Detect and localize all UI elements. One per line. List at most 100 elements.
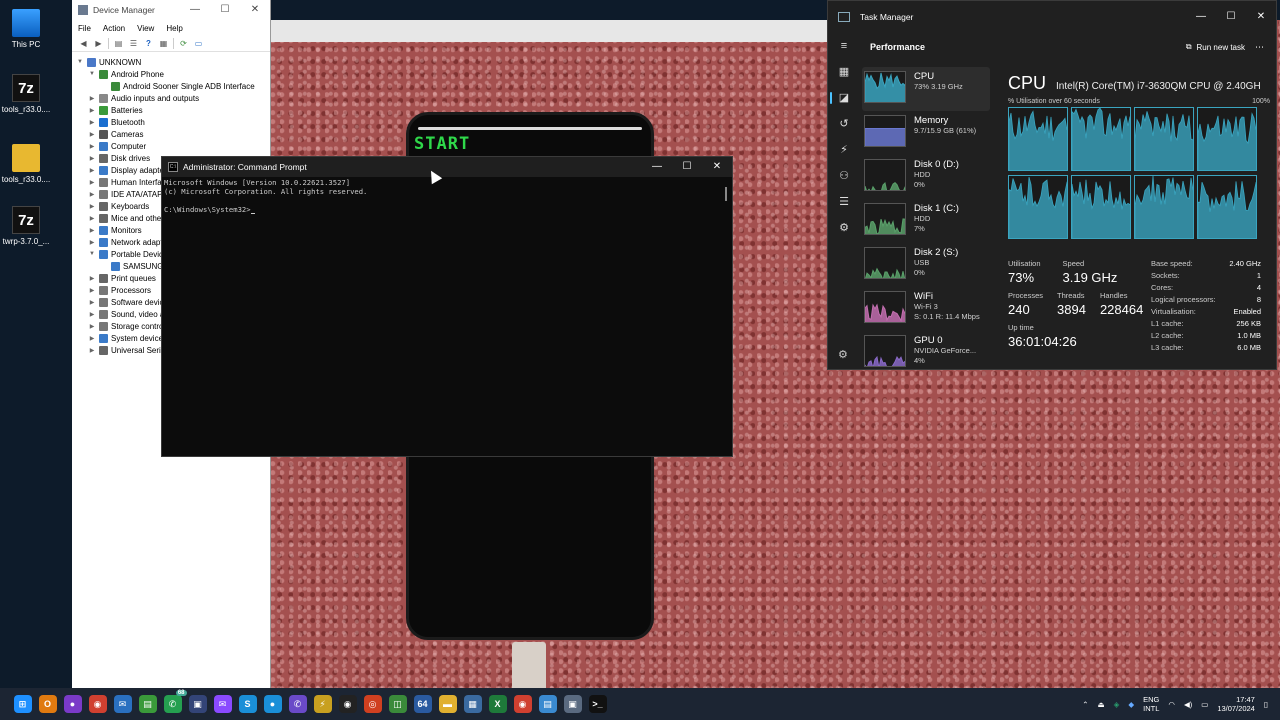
app-orange-icon[interactable]: O: [38, 695, 57, 713]
more-options-icon[interactable]: ⋯: [1255, 42, 1264, 53]
notepad-icon[interactable]: ▤: [538, 695, 557, 713]
expand-arrow-icon[interactable]: ▶: [88, 179, 96, 186]
expand-arrow-icon[interactable]: ▶: [88, 203, 96, 210]
app-circle-icon[interactable]: ●: [263, 695, 282, 713]
app-purple-icon[interactable]: ●: [63, 695, 82, 713]
minimize-button[interactable]: —: [642, 157, 672, 177]
properties-icon[interactable]: ▤: [113, 38, 124, 49]
expand-arrow-icon[interactable]: ▶: [88, 191, 96, 198]
processes-icon[interactable]: ▦: [828, 59, 860, 85]
grid-icon[interactable]: ▦: [158, 38, 169, 49]
app-tray-icon[interactable]: ◆: [1128, 700, 1134, 709]
messenger-icon[interactable]: ✉: [213, 695, 232, 713]
settings-icon[interactable]: ⚙: [838, 348, 848, 361]
resource-item[interactable]: Disk 1 (C:) HDD 7%: [862, 199, 990, 243]
minimize-button[interactable]: —: [180, 0, 210, 20]
chrome-icon[interactable]: ◉: [513, 695, 532, 713]
expand-arrow-icon[interactable]: ▶: [88, 323, 96, 330]
close-button[interactable]: ✕: [240, 0, 270, 20]
resource-item[interactable]: Memory 9.7/15.9 GB (61%): [862, 111, 990, 155]
services-icon[interactable]: ⚙: [828, 215, 860, 241]
task-manager-titlebar[interactable]: Task Manager — ☐ ✕: [828, 1, 1276, 33]
chevron-up-icon[interactable]: ⌃: [1082, 700, 1088, 709]
app-green-icon[interactable]: ▤: [138, 695, 157, 713]
app-history-icon[interactable]: ↺: [828, 111, 860, 137]
desktop-icon[interactable]: tools_r33.0....: [0, 140, 55, 184]
console-output[interactable]: Microsoft Windows [Version 10.0.22621.35…: [162, 177, 732, 215]
minimize-button[interactable]: —: [1186, 7, 1216, 27]
tree-item[interactable]: ▼ Android Phone: [72, 68, 270, 80]
desktop-icon[interactable]: 7z tools_r33.0....: [0, 74, 55, 114]
app-yellow-icon[interactable]: ⚡: [313, 695, 332, 713]
back-icon[interactable]: ◀: [78, 38, 89, 49]
clock[interactable]: 17:47 13/07/2024: [1217, 695, 1255, 713]
device-manager-titlebar[interactable]: Device Manager — ☐ ✕: [72, 0, 270, 20]
app-green-box-icon[interactable]: ◫: [388, 695, 407, 713]
tree-item[interactable]: ▶ Cameras: [72, 128, 270, 140]
security-icon[interactable]: ◈: [1114, 700, 1120, 709]
expand-arrow-icon[interactable]: ▶: [88, 311, 96, 318]
scrollbar[interactable]: [725, 187, 727, 201]
excel-icon[interactable]: X: [488, 695, 507, 713]
menu-help[interactable]: Help: [166, 24, 182, 33]
expand-arrow-icon[interactable]: ▶: [88, 131, 96, 138]
expand-arrow-icon[interactable]: ▶: [88, 239, 96, 246]
list-icon[interactable]: ☰: [128, 38, 139, 49]
menu-file[interactable]: File: [78, 24, 91, 33]
command-prompt-titlebar[interactable]: C:\ Administrator: Command Prompt — ☐ ✕: [162, 157, 732, 177]
usb-icon[interactable]: ⏏: [1097, 700, 1104, 709]
expand-arrow-icon[interactable]: ▶: [88, 107, 96, 114]
notifications-icon[interactable]: ▯: [1264, 700, 1268, 709]
viber-icon[interactable]: ✆: [288, 695, 307, 713]
expand-arrow-icon[interactable]: ▶: [88, 347, 96, 354]
wifi-icon[interactable]: ◠: [1168, 700, 1175, 709]
desktop-icon[interactable]: This PC: [0, 6, 55, 49]
resource-item[interactable]: WiFi Wi-Fi 3 S: 0.1 R: 11.4 Mbps: [862, 287, 990, 331]
command-prompt-icon[interactable]: >_: [588, 695, 607, 713]
tree-item[interactable]: ▶ Audio inputs and outputs: [72, 92, 270, 104]
whatsapp-icon[interactable]: ✆ 68: [163, 690, 187, 713]
scan-icon[interactable]: ⟳: [178, 38, 189, 49]
device-manager-icon[interactable]: ▣: [563, 695, 582, 713]
forward-icon[interactable]: ▶: [93, 38, 104, 49]
startup-apps-icon[interactable]: ⚡: [828, 137, 860, 163]
file-explorer-icon[interactable]: ▬: [438, 695, 457, 713]
resource-item[interactable]: Disk 2 (S:) USB 0%: [862, 243, 990, 287]
console-prompt[interactable]: C:\Windows\System32>: [164, 205, 730, 214]
expand-arrow-icon[interactable]: ▶: [88, 155, 96, 162]
volume-icon[interactable]: ◀): [1184, 700, 1192, 709]
app-navy-icon[interactable]: ▣: [188, 695, 207, 713]
language-indicator[interactable]: ENG INTL: [1143, 695, 1159, 713]
hamburger-icon[interactable]: ≡: [828, 33, 860, 59]
help-icon[interactable]: ?: [143, 38, 154, 49]
desktop-icon[interactable]: 7z twrp-3.7.0_...: [0, 206, 55, 246]
expand-arrow-icon[interactable]: ▶: [88, 167, 96, 174]
app-blue-icon[interactable]: ✉: [113, 695, 132, 713]
skype-icon[interactable]: S: [238, 695, 257, 713]
tree-item[interactable]: Android Sooner Single ADB Interface: [72, 80, 270, 92]
run-new-task-button[interactable]: ⧉ Run new task: [1186, 42, 1245, 52]
tree-item[interactable]: ▶ Computer: [72, 140, 270, 152]
resource-item[interactable]: Disk 0 (D:) HDD 0%: [862, 155, 990, 199]
expand-arrow-icon[interactable]: ▶: [88, 119, 96, 126]
monitor-icon[interactable]: ▭: [193, 38, 204, 49]
app-image-icon[interactable]: ▦: [463, 695, 482, 713]
users-icon[interactable]: ⚇: [828, 163, 860, 189]
expand-arrow-icon[interactable]: ▶: [88, 299, 96, 306]
expand-arrow-icon[interactable]: ▶: [88, 95, 96, 102]
expand-arrow-icon[interactable]: ▶: [88, 275, 96, 282]
maximize-button[interactable]: ☐: [1216, 7, 1246, 27]
windows-start-icon[interactable]: ⊞: [13, 695, 32, 713]
close-button[interactable]: ✕: [1246, 7, 1276, 27]
details-icon[interactable]: ☰: [828, 189, 860, 215]
expand-arrow-icon[interactable]: ▼: [88, 71, 96, 77]
app-64-icon[interactable]: 64: [413, 695, 432, 713]
performance-icon[interactable]: ◪: [828, 85, 860, 111]
resource-item[interactable]: CPU 73% 3.19 GHz: [862, 67, 990, 111]
close-button[interactable]: ✕: [702, 157, 732, 177]
resource-item[interactable]: GPU 0 NVIDIA GeForce... 4%: [862, 331, 990, 375]
expand-arrow-icon[interactable]: ▶: [88, 215, 96, 222]
menu-view[interactable]: View: [137, 24, 154, 33]
menu-action[interactable]: Action: [103, 24, 125, 33]
tree-item[interactable]: ▶ Batteries: [72, 104, 270, 116]
